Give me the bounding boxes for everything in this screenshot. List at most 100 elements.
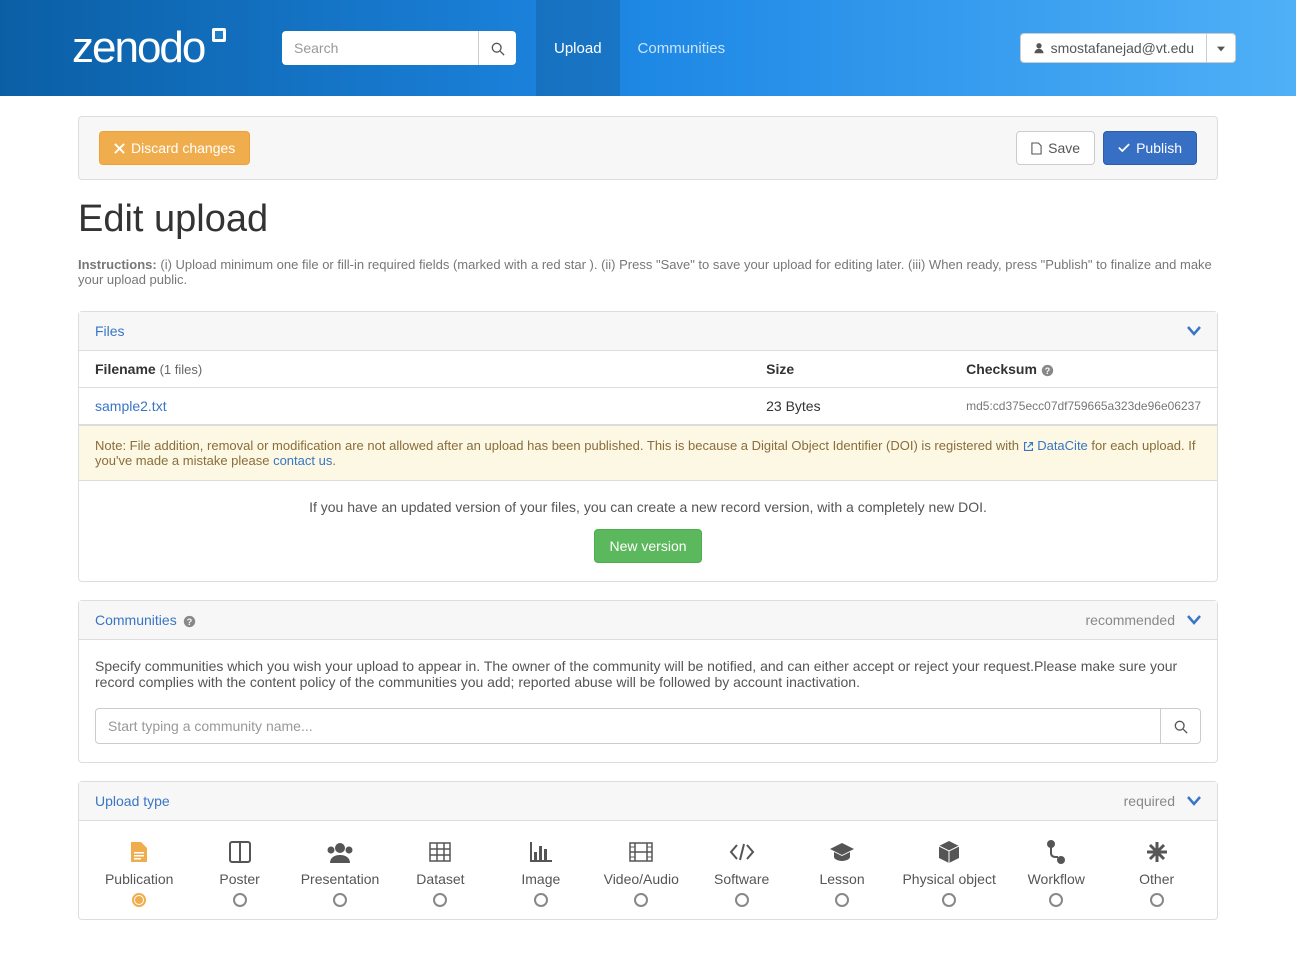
user-icon — [1033, 42, 1045, 54]
upload-type-label: Lesson — [819, 871, 864, 887]
col-checksum-label: Checksum — [966, 361, 1037, 377]
version-area: If you have an updated version of your f… — [79, 481, 1217, 581]
main-container: Discard changes Save Publish Edit upload… — [0, 96, 1296, 978]
radio-icon — [333, 893, 347, 907]
contact-us-link[interactable]: contact us — [273, 453, 332, 468]
upload-type-label: Publication — [105, 871, 174, 887]
zenodo-logo[interactable]: zenodo — [72, 20, 242, 76]
caret-down-icon — [1217, 45, 1225, 53]
datacite-label: DataCite — [1037, 438, 1088, 453]
save-button[interactable]: Save — [1016, 131, 1095, 165]
radio-icon — [942, 893, 956, 907]
upload-type-image[interactable]: Image — [501, 839, 581, 907]
publish-label: Publish — [1136, 140, 1182, 156]
upload-type-workflow[interactable]: Workflow — [1016, 839, 1096, 907]
upload-type-label: Presentation — [301, 871, 380, 887]
col-filename: Filename (1 files) — [79, 351, 750, 388]
columns-icon — [229, 839, 251, 865]
user-menu-button[interactable]: smostafanejad@vt.edu — [1020, 33, 1207, 63]
files-note: Note: File addition, removal or modifica… — [79, 425, 1217, 481]
nav-links: UploadCommunities — [536, 0, 743, 96]
upload-type-other[interactable]: Other — [1117, 839, 1197, 907]
upload-type-label: Video/Audio — [604, 871, 679, 887]
communities-panel-title: Communities — [95, 612, 177, 628]
upload-type-dataset[interactable]: Dataset — [400, 839, 480, 907]
radio-icon — [634, 893, 648, 907]
upload-type-label: Workflow — [1028, 871, 1085, 887]
search-icon — [491, 42, 505, 56]
user-caret-button[interactable] — [1207, 33, 1236, 63]
files-panel-title: Files — [95, 323, 125, 339]
files-panel-header[interactable]: Files — [79, 312, 1217, 351]
upload-types: Publication Poster Presentation Dataset Imag… — [79, 821, 1217, 919]
upload-type-presentation[interactable]: Presentation — [300, 839, 380, 907]
chevron-down-icon — [1187, 322, 1201, 340]
upload-type-lesson[interactable]: Lesson — [802, 839, 882, 907]
upload-type-label: Dataset — [416, 871, 464, 887]
workflow-icon — [1046, 839, 1066, 865]
version-text: If you have an updated version of your f… — [97, 499, 1199, 515]
close-icon — [114, 143, 125, 154]
instructions-text: (i) Upload minimum one file or fill-in r… — [78, 257, 1212, 287]
action-bar: Discard changes Save Publish — [78, 116, 1218, 180]
cube-icon — [938, 839, 960, 865]
discard-label: Discard changes — [131, 140, 235, 156]
nav-link-upload[interactable]: Upload — [536, 0, 620, 96]
communities-panel: Communities ? recommended Specify commun… — [78, 600, 1218, 763]
upload-type-label: Software — [714, 871, 769, 887]
external-link-icon — [1023, 441, 1034, 452]
radio-icon — [735, 893, 749, 907]
new-version-button[interactable]: New version — [594, 529, 701, 563]
save-label: Save — [1048, 140, 1080, 156]
datacite-link[interactable]: DataCite — [1023, 438, 1092, 453]
upload-type-panel-header[interactable]: Upload type required — [79, 782, 1217, 821]
col-filename-sub: (1 files) — [160, 362, 203, 377]
radio-icon — [233, 893, 247, 907]
check-icon — [1118, 143, 1130, 153]
grad-cap-icon — [829, 839, 855, 865]
svg-text:?: ? — [1045, 366, 1050, 376]
nav-user-group: smostafanejad@vt.edu — [1020, 33, 1236, 63]
publish-button[interactable]: Publish — [1103, 131, 1197, 165]
nav-link-communities[interactable]: Communities — [620, 0, 744, 96]
help-icon[interactable]: ? — [1041, 362, 1054, 377]
files-panel: Files Filename (1 files) Size Checksum ? — [78, 311, 1218, 582]
communities-panel-header[interactable]: Communities ? recommended — [79, 601, 1217, 640]
col-size: Size — [750, 351, 950, 388]
search-icon — [1174, 720, 1188, 734]
upload-type-poster[interactable]: Poster — [200, 839, 280, 907]
file-link[interactable]: sample2.txt — [79, 388, 750, 425]
radio-icon — [835, 893, 849, 907]
radio-icon — [1049, 893, 1063, 907]
upload-type-physical-object[interactable]: Physical object — [902, 839, 995, 907]
search-input[interactable] — [282, 31, 478, 65]
communities-panel-body: Specify communities which you wish your … — [79, 640, 1217, 762]
code-icon — [729, 839, 755, 865]
search-group — [282, 31, 516, 65]
search-button[interactable] — [478, 31, 516, 65]
asterisk-icon — [1147, 839, 1167, 865]
bar-chart-icon — [530, 839, 552, 865]
file-size: 23 Bytes — [750, 388, 950, 425]
upload-type-label: Physical object — [902, 871, 995, 887]
radio-icon — [132, 893, 146, 907]
help-icon[interactable]: ? — [183, 613, 196, 628]
instructions: Instructions: (i) Upload minimum one fil… — [78, 257, 1218, 287]
upload-type-video-audio[interactable]: Video/Audio — [601, 839, 681, 907]
communities-body-text: Specify communities which you wish your … — [95, 658, 1201, 690]
discard-button[interactable]: Discard changes — [99, 131, 250, 165]
svg-text:?: ? — [186, 616, 191, 626]
col-checksum: Checksum ? — [950, 351, 1217, 388]
community-search-button[interactable] — [1161, 708, 1201, 744]
film-icon — [629, 839, 653, 865]
upload-type-publication[interactable]: Publication — [99, 839, 179, 907]
table-row: sample2.txt23 Bytesmd5:cd375ecc07df75966… — [79, 388, 1217, 425]
upload-type-label: Other — [1139, 871, 1174, 887]
note-pre: Note: File addition, removal or modifica… — [95, 438, 1023, 453]
table-icon — [429, 839, 451, 865]
files-table: Filename (1 files) Size Checksum ? sampl… — [79, 351, 1217, 425]
file-text-icon — [129, 839, 149, 865]
upload-type-software[interactable]: Software — [702, 839, 782, 907]
upload-type-panel: Upload type required Publication Poster Pr… — [78, 781, 1218, 920]
community-input[interactable] — [95, 708, 1161, 744]
